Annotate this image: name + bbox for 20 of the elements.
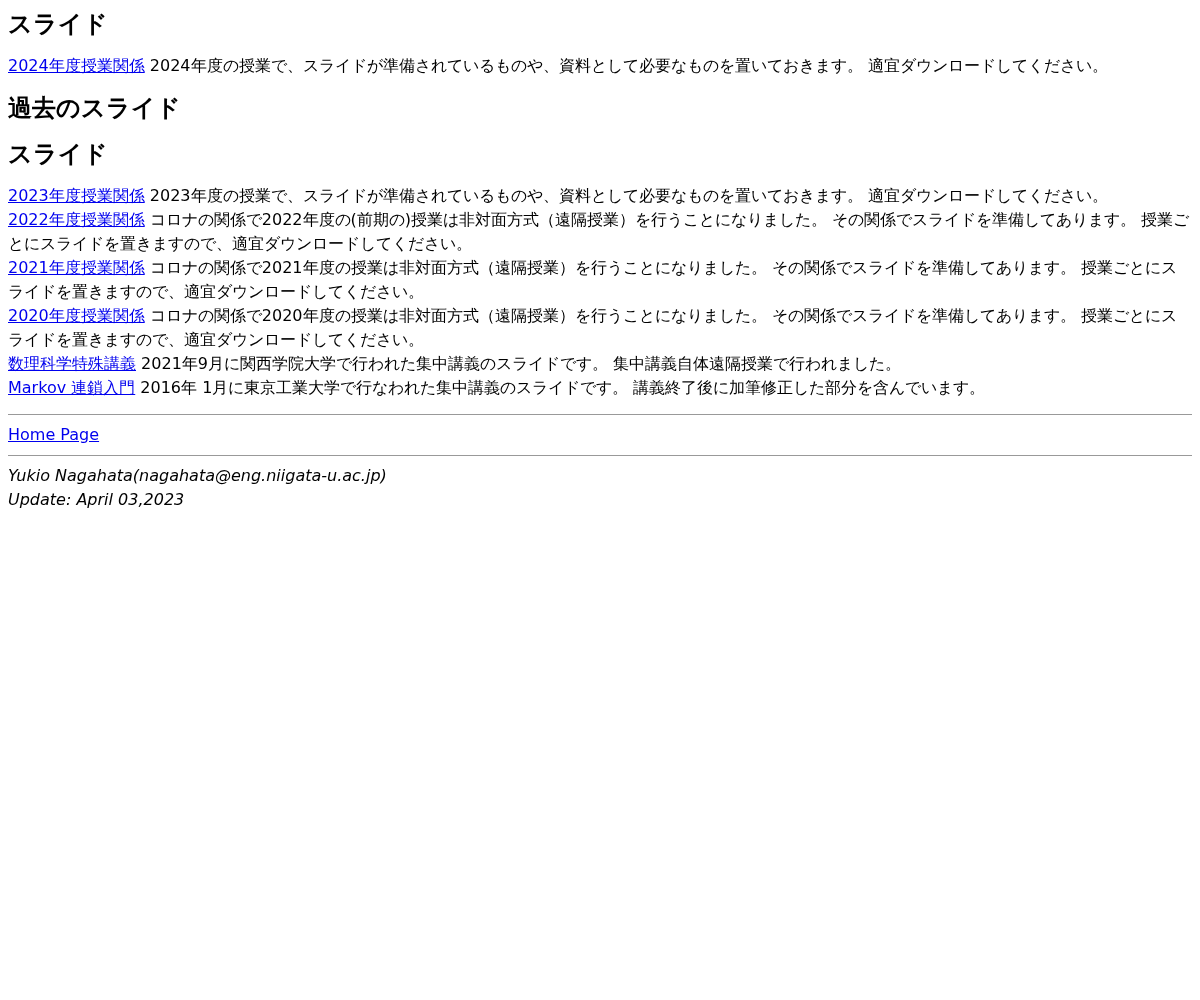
section-heading: スライド xyxy=(8,9,108,40)
slide-entry: 2024年度授業関係 2024年度の授業で、スライドが準備されているものや、資料として必要なものを置いておきます。 適宜ダウンロードしてください。 xyxy=(8,55,1109,77)
slide-entry: 2020年度授業関係 コロナの関係で2020年度の授業は非対面方式（遠隔授業）を行うことになりました。 その関係でスライドを準備してあります。 授業ごとにスライドを置きますので、適宜ダウンロードしてください。 xyxy=(8,305,1178,351)
slide-entry: 数理科学特殊講義 2021年9月に関西学院大学で行われた集中講義のスライドです。 集中講義自体遠隔授業で行われました。 xyxy=(8,353,903,375)
update-date: Update: April 03,2023 xyxy=(8,489,185,511)
slides-link[interactable]: 2022年度授業関係 xyxy=(8,210,145,229)
slides-link[interactable]: 数理科学特殊講義 xyxy=(8,354,136,373)
author-contact: Yukio Nagahata(nagahata@eng.niigata-u.ac.jp) xyxy=(8,465,387,487)
slides-link[interactable]: 2021年度授業関係 xyxy=(8,258,145,277)
section-heading: スライド xyxy=(8,139,108,170)
slide-entry: 2023年度授業関係 2023年度の授業で、スライドが準備されているものや、資料として必要なものを置いておきます。 適宜ダウンロードしてください。 xyxy=(8,185,1109,207)
home-page-link[interactable]: Home Page xyxy=(8,425,100,444)
section-heading: 過去のスライド xyxy=(8,93,181,124)
slides-link[interactable]: 2023年度授業関係 xyxy=(8,186,145,205)
slide-entry: 2022年度授業関係 コロナの関係で2022年度の(前期の)授業は非対面方式（遠隔授業）を行うことになりました。 その関係でスライドを準備してあります。 授業ごとにスライドを置きますので、適宜ダウンロードしてください。 xyxy=(8,209,1191,255)
slides-link[interactable]: 2020年度授業関係 xyxy=(8,306,145,325)
slides-link[interactable]: Markov 連鎖入門 xyxy=(8,378,136,397)
slide-entry: Markov 連鎖入門 2016年 1月に東京工業大学で行なわれた集中講義のスライドです。 講義終了後に加筆修正した部分を含んでいます。 xyxy=(8,377,987,399)
slide-entry: 2021年度授業関係 コロナの関係で2021年度の授業は非対面方式（遠隔授業）を行うことになりました。 その関係でスライドを準備してあります。 授業ごとにスライドを置きますので、適宜ダウンロードしてください。 xyxy=(8,257,1178,303)
slides-link[interactable]: 2024年度授業関係 xyxy=(8,56,145,75)
